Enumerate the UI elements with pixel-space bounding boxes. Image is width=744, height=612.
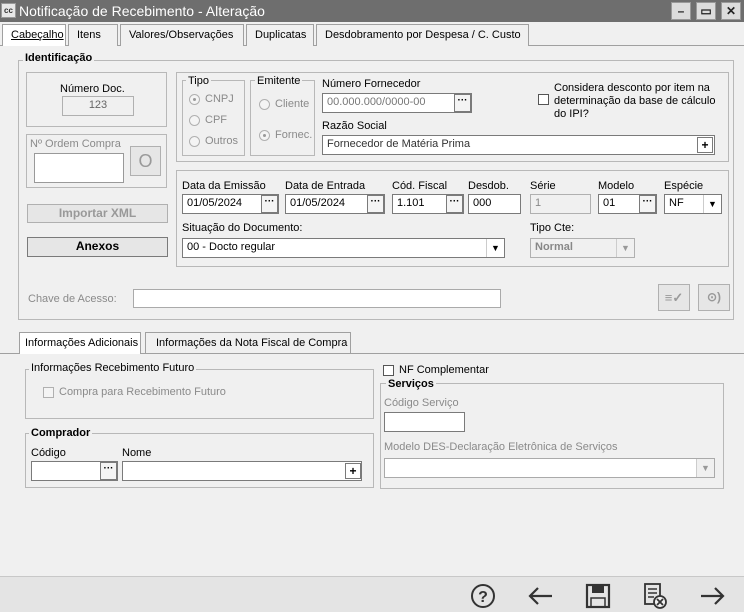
nf-complementar-checkbox[interactable] (383, 365, 394, 376)
razao-social-add-button[interactable]: + (697, 137, 713, 153)
emitente-fornec-radio[interactable] (259, 130, 270, 141)
modelo-des-label: Modelo DES-Declaração Eletrônica de Serv… (384, 441, 618, 453)
consultar-chave-icon[interactable]: ⊙) (698, 284, 730, 311)
compra-futuro-label: Compra para Recebimento Futuro (59, 386, 226, 398)
situacao-label: Situação do Documento: (182, 222, 303, 234)
app-icon: cc (1, 3, 16, 18)
tipo-title: Tipo (186, 75, 211, 87)
tab-cabecalho[interactable]: Cabeçalho (2, 24, 66, 46)
ordem-compra-label: Nº Ordem Compra (30, 138, 121, 150)
serie-field[interactable]: 1 (530, 194, 591, 214)
minimize-button[interactable]: – (671, 2, 691, 20)
modelo-lookup-button[interactable]: ··· (639, 195, 656, 213)
codigo-servico-field[interactable] (384, 412, 465, 432)
compra-futuro-checkbox[interactable] (43, 387, 54, 398)
tab-desdobramento[interactable]: Desdobramento por Despesa / C. Custo (316, 24, 529, 46)
desdob-field[interactable]: 000 (468, 194, 521, 214)
emitente-title: Emitente (255, 75, 303, 87)
tipo-outros-label: Outros (205, 135, 239, 147)
codigo-servico-label: Código Serviço (384, 397, 459, 409)
bottom-toolbar: ? (0, 576, 744, 612)
tipo-cte-dropdown-icon[interactable]: ▼ (616, 239, 634, 257)
tipo-cnpj-label: CNPJ (205, 93, 234, 105)
data-entrada-label: Data de Entrada (285, 180, 366, 192)
situacao-select[interactable]: 00 - Docto regular (182, 238, 505, 258)
especie-dropdown-icon[interactable]: ▼ (703, 195, 721, 213)
comprador-codigo-label: Código (31, 447, 66, 459)
back-arrow-icon[interactable] (526, 583, 556, 609)
situacao-dropdown-icon[interactable]: ▼ (486, 239, 504, 257)
maximize-button[interactable]: ▭ (696, 2, 716, 20)
num-fornecedor-lookup-button[interactable]: ··· (454, 94, 471, 112)
especie-label: Espécie (664, 180, 704, 192)
data-emissao-label: Data da Emissão (182, 180, 266, 192)
data-entrada-picker-button[interactable]: ··· (367, 195, 384, 213)
validar-chave-icon[interactable]: ≡✓ (658, 284, 690, 311)
tab-itens[interactable]: Itens (68, 24, 118, 46)
emitente-cliente-label: Cliente (275, 98, 310, 110)
num-fornecedor-field[interactable]: 00.000.000/0000-00 (322, 93, 472, 113)
main-tabs: Cabeçalho Itens Valores/Observações Dupl… (0, 24, 744, 46)
comprador-codigo-lookup-button[interactable]: ··· (100, 462, 117, 480)
emitente-fornec-label: Fornec. (275, 129, 313, 141)
tipo-cnpj-radio[interactable] (189, 94, 200, 105)
comprador-nome-add-button[interactable]: + (345, 463, 361, 479)
importar-xml-button[interactable]: Importar XML (27, 204, 168, 223)
servicos-title: Serviços (386, 378, 436, 390)
window-title: Notificação de Recebimento - Alteração (19, 3, 265, 19)
forward-arrow-icon[interactable] (697, 583, 727, 609)
chave-acesso-field[interactable] (133, 289, 501, 308)
tipo-outros-radio[interactable] (189, 136, 200, 147)
emitente-group (250, 80, 315, 156)
considera-desconto-label-3: do IPI? (554, 108, 589, 120)
cod-fiscal-lookup-button[interactable]: ··· (446, 195, 463, 213)
tab-duplicatas[interactable]: Duplicatas (246, 24, 314, 46)
tipo-cpf-radio[interactable] (189, 115, 200, 126)
chave-acesso-label: Chave de Acesso: (28, 293, 117, 305)
ordem-compra-field[interactable] (34, 153, 124, 183)
emitente-cliente-radio[interactable] (259, 99, 270, 110)
considera-desconto-checkbox[interactable] (538, 94, 549, 105)
modelo-label: Modelo (598, 180, 635, 192)
razao-social-label: Razão Social (322, 120, 387, 132)
identificacao-title: Identificação (23, 52, 95, 64)
num-fornecedor-label: Número Fornecedor (322, 78, 421, 90)
comprador-nome-field[interactable] (122, 461, 362, 481)
subtab-info-nf-compra[interactable]: Informações da Nota Fiscal de Compra (145, 332, 351, 353)
desdob-label: Desdob. (468, 180, 509, 192)
numero-doc-label: Número Doc. (60, 83, 125, 95)
save-icon[interactable] (583, 583, 613, 609)
razao-social-field[interactable]: Fornecedor de Matéria Prima (322, 135, 715, 155)
modelo-des-select[interactable] (384, 458, 715, 478)
cancel-document-icon[interactable] (640, 583, 670, 609)
data-emissao-picker-button[interactable]: ··· (261, 195, 278, 213)
numero-doc-field[interactable]: 123 (62, 96, 134, 116)
considera-desconto-label-1: Considera desconto por item na (554, 82, 710, 94)
cod-fiscal-label: Cód. Fiscal (392, 180, 448, 192)
title-bar: cc Notificação de Recebimento - Alteraçã… (0, 0, 744, 22)
comprador-nome-label: Nome (122, 447, 152, 459)
ordem-compra-button[interactable]: O (130, 146, 161, 176)
modelo-des-dropdown-icon[interactable]: ▼ (696, 459, 714, 477)
info-futuro-title: Informações Recebimento Futuro (29, 362, 197, 374)
svg-text:?: ? (478, 589, 488, 606)
subtab-info-adicionais[interactable]: Informações Adicionais (19, 332, 141, 354)
anexos-button[interactable]: Anexos (27, 237, 168, 257)
nf-complementar-label: NF Complementar (399, 364, 489, 376)
comprador-title: Comprador (29, 427, 93, 439)
help-icon[interactable]: ? (468, 583, 498, 609)
tipo-cpf-label: CPF (205, 114, 227, 126)
tipo-cte-label: Tipo Cte: (530, 222, 575, 234)
considera-desconto-label-2: determinação da base de cálculo (554, 95, 716, 107)
serie-label: Série (530, 180, 556, 192)
close-button[interactable]: ✕ (721, 2, 741, 20)
tab-valores[interactable]: Valores/Observações (120, 24, 244, 46)
